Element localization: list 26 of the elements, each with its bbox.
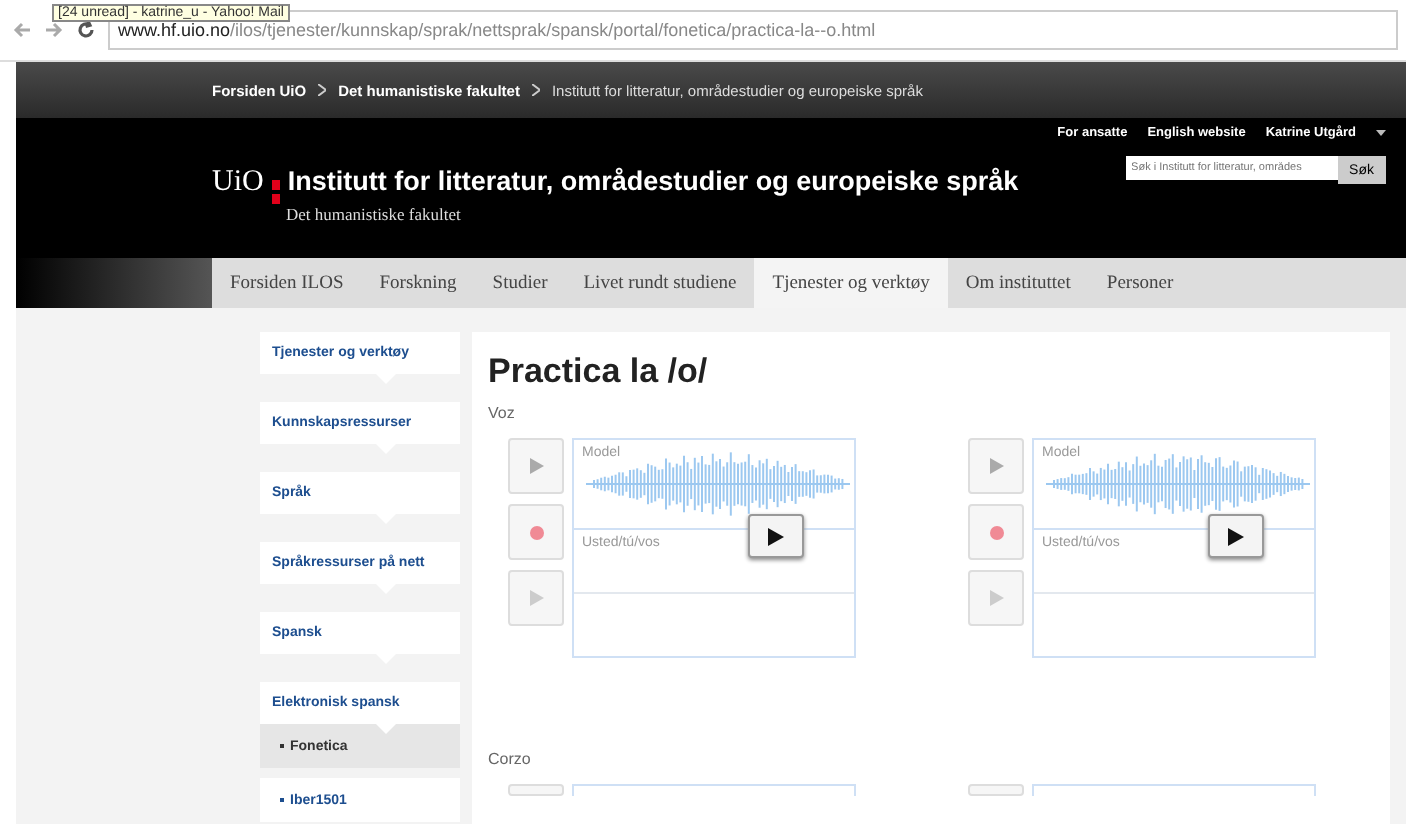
section-label: Corzo bbox=[488, 750, 533, 768]
play-button[interactable] bbox=[748, 514, 804, 558]
reload-icon[interactable] bbox=[76, 20, 96, 40]
chevron-icon bbox=[531, 84, 540, 96]
record-button[interactable] bbox=[508, 504, 564, 560]
site-subtitle: Det humanistiske fakultet bbox=[286, 204, 463, 224]
play-button[interactable] bbox=[1208, 514, 1264, 558]
forward-icon[interactable] bbox=[44, 20, 64, 40]
chevron-icon bbox=[318, 84, 327, 96]
play-icon bbox=[1228, 527, 1244, 545]
nav-tab[interactable]: Tjenester og verktøy bbox=[754, 258, 948, 308]
record-icon bbox=[529, 525, 543, 539]
play-icon bbox=[529, 590, 543, 606]
back-icon[interactable] bbox=[12, 20, 32, 40]
record-button[interactable] bbox=[968, 504, 1024, 560]
play-icon bbox=[768, 527, 784, 545]
play-icon bbox=[989, 458, 1003, 474]
caret-icon[interactable] bbox=[1376, 130, 1386, 136]
section-label: Voz bbox=[488, 404, 517, 422]
colon-icon bbox=[271, 180, 280, 204]
page-title: Practica la /o/ bbox=[488, 352, 710, 392]
play-icon bbox=[529, 458, 543, 474]
site-title[interactable]: Institutt for litteratur, områdestudier og europeiske språk bbox=[287, 166, 1019, 196]
record-icon bbox=[989, 525, 1003, 539]
logo[interactable]: UiO bbox=[212, 166, 264, 200]
play-icon bbox=[989, 590, 1003, 606]
